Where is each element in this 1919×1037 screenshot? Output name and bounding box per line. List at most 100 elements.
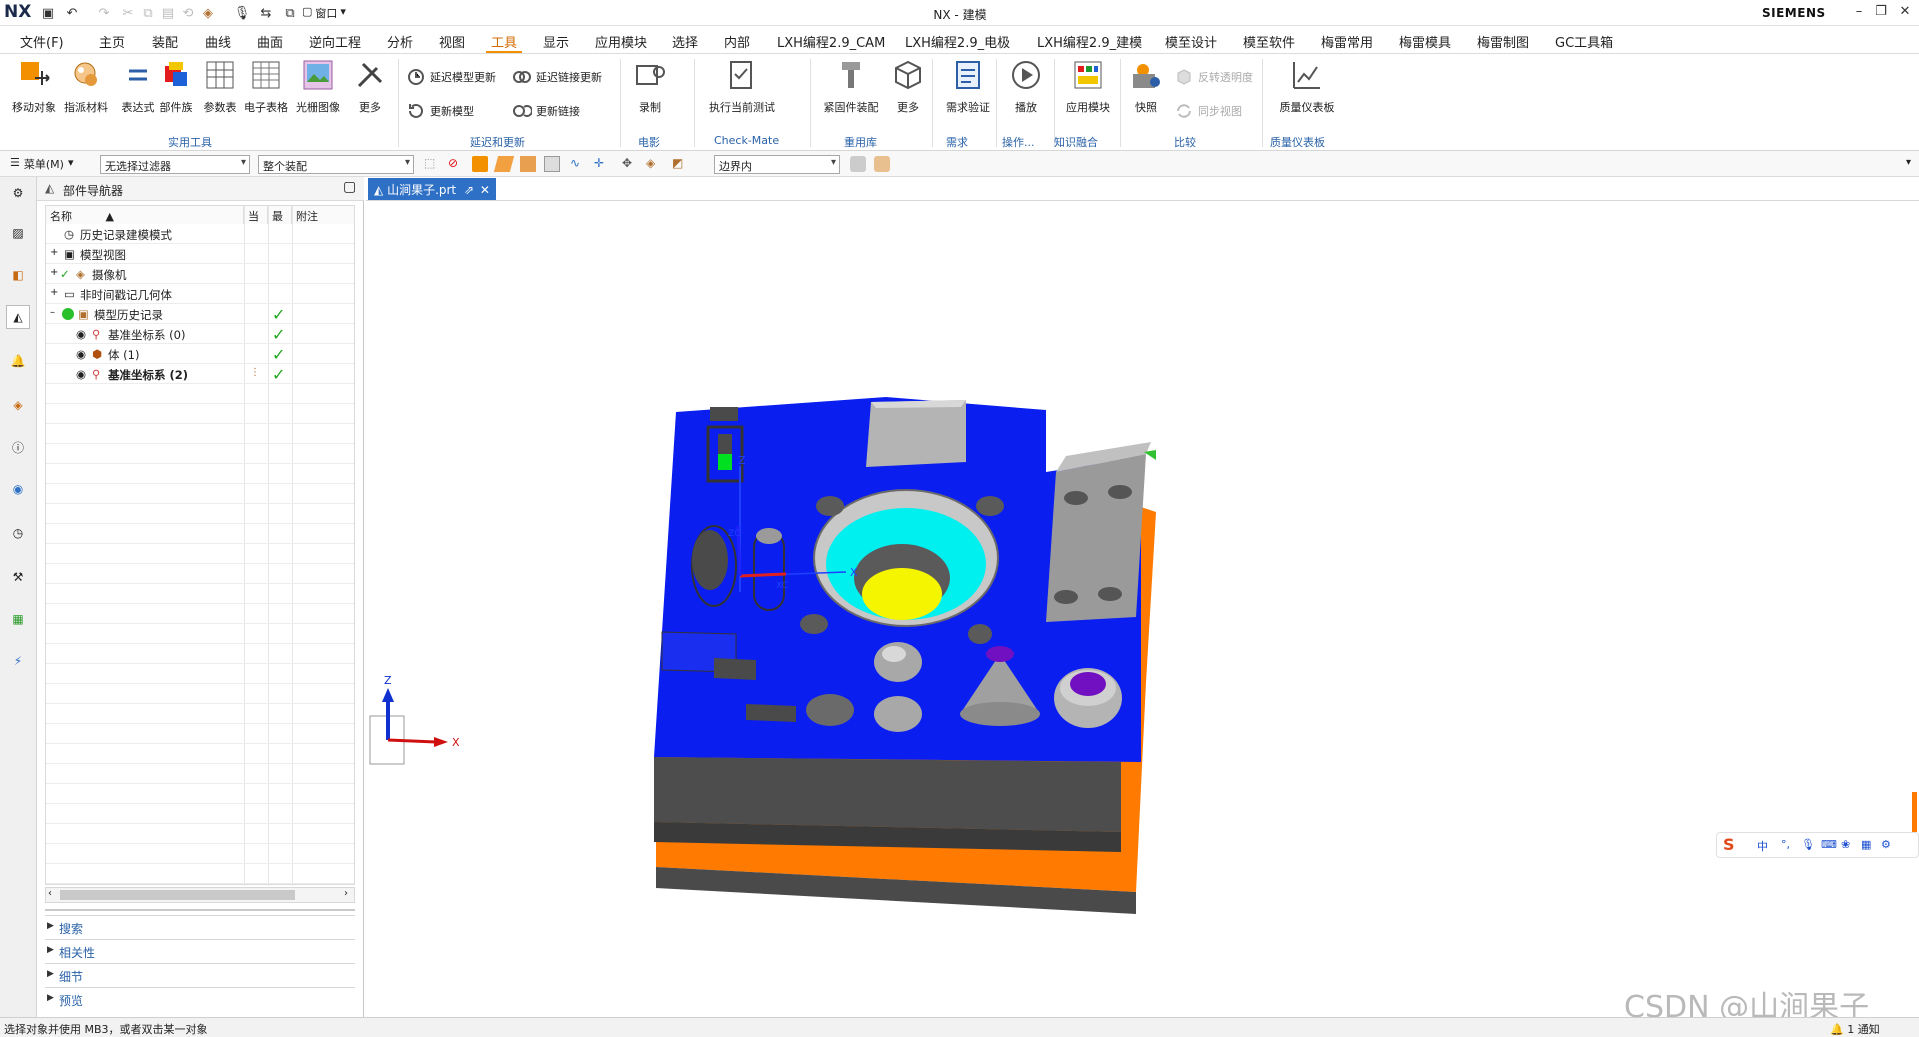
column-latest[interactable]: 最 <box>268 206 292 224</box>
panel-dependencies[interactable]: ▶ 相关性 <box>45 939 355 961</box>
collapse-icon[interactable]: – <box>50 307 55 318</box>
color-palette-icon[interactable]: ▦ <box>6 607 30 631</box>
menu-button[interactable]: ☰ 菜单(M) ▾ <box>10 156 73 172</box>
menu-select[interactable]: 选择 <box>672 32 698 51</box>
assembly-navigator-icon[interactable]: ▨ <box>6 221 30 245</box>
ime-keyboard-icon[interactable]: ⌨ <box>1821 838 1837 851</box>
history-icon[interactable]: ◷ <box>6 521 30 545</box>
reuse-library-icon[interactable]: 🔔 <box>6 349 30 373</box>
repeat-icon[interactable]: ⟲ <box>180 5 196 21</box>
menu-file[interactable]: 文件(F) <box>20 32 64 51</box>
checkmark-icon[interactable]: ✓ <box>60 267 70 281</box>
invert-transparency-button[interactable]: 反转透明度 <box>1174 67 1253 87</box>
touch-mode-icon[interactable]: ◈ <box>200 5 216 21</box>
update-model-button[interactable]: 更新模型 <box>406 101 474 121</box>
menu-lxh-electrode[interactable]: LXH编程2.9_电极 <box>905 32 1010 51</box>
ime-toolbar[interactable]: S 中 °, 🎙 ⌨ ❀ ▦ ⚙ <box>1716 832 1919 858</box>
redo-icon[interactable]: ↷ <box>96 5 112 21</box>
snap-point-icon[interactable]: ✥ <box>622 156 638 172</box>
menu-meilei-mold[interactable]: 梅雷模具 <box>1399 32 1451 51</box>
run-current-test-button[interactable]: 执行当前测试 <box>708 58 776 115</box>
panel-preview[interactable]: ▶ 预览 <box>45 987 355 1009</box>
minimize-button[interactable]: – <box>1848 4 1870 22</box>
tree-row-model-history[interactable]: – ▣ 模型历史记录 ✓ <box>46 304 354 324</box>
menu-surface[interactable]: 曲面 <box>257 32 283 51</box>
model-canvas[interactable]: Z X XC ZC X Z <box>366 202 1919 1017</box>
menu-assembly[interactable]: 装配 <box>152 32 178 51</box>
quality-dashboard-button[interactable]: 质量仪表板 <box>1276 58 1338 115</box>
scroll-right-icon[interactable]: › <box>344 888 348 899</box>
paste-icon[interactable]: ▤ <box>160 5 176 21</box>
select-sheet-icon[interactable] <box>544 156 560 172</box>
detach-icon[interactable]: ⇗ <box>464 183 474 197</box>
tree-row-datum-csys-0[interactable]: ◉ ⚲ 基准坐标系 (0) ✓ <box>46 324 354 344</box>
tree-row-body-1[interactable]: ◉ ⬢ 体 (1) ✓ <box>46 344 354 364</box>
visibility-eye-icon[interactable]: ◉ <box>76 347 86 361</box>
requirements-validation-button[interactable]: 需求验证 <box>940 58 996 115</box>
curve-rule-icon[interactable]: ∿ <box>570 156 586 172</box>
add-select-icon[interactable]: ◩ <box>672 156 688 172</box>
point-snap-icon[interactable]: ✛ <box>594 156 610 172</box>
snapshot-button[interactable]: 快照 <box>1120 58 1172 115</box>
type-filter-select[interactable]: 无选择过滤器 <box>100 155 250 174</box>
more-utility-button[interactable]: 更多 <box>344 58 396 115</box>
column-comment[interactable]: 附注 <box>292 206 354 224</box>
menu-lxh-modeling[interactable]: LXH编程2.9_建模 <box>1037 32 1142 51</box>
update-link-button[interactable]: 更新链接 <box>512 101 580 121</box>
close-button[interactable]: ✕ <box>1894 4 1916 22</box>
ime-skin-icon[interactable]: ❀ <box>1841 838 1850 851</box>
undo-icon[interactable]: ↶ <box>64 5 80 21</box>
microphone-icon[interactable]: 🎙 <box>234 5 251 21</box>
cut-icon[interactable]: ✂ <box>120 5 136 21</box>
menu-internal[interactable]: 内部 <box>724 32 750 51</box>
menu-gc-toolbox[interactable]: GC工具箱 <box>1555 32 1613 51</box>
maximize-icon[interactable]: ▢ <box>343 179 356 195</box>
fastener-assembly-button[interactable]: 紧固件装配 <box>820 58 882 115</box>
menu-mold-software[interactable]: 模至软件 <box>1243 32 1295 51</box>
select-face-icon[interactable] <box>493 156 515 172</box>
menu-meilei-drafting[interactable]: 梅雷制图 <box>1477 32 1529 51</box>
record-button[interactable]: 录制 <box>624 58 676 115</box>
menu-curve[interactable]: 曲线 <box>205 32 231 51</box>
restore-button[interactable]: ❐ <box>1870 4 1892 22</box>
selection-scope-select[interactable]: 整个装配 <box>258 155 414 174</box>
column-current[interactable]: 当 <box>244 206 268 224</box>
menu-display[interactable]: 显示 <box>543 32 569 51</box>
web-browser-icon[interactable]: ⓘ <box>6 435 30 459</box>
toolbar-options-icon[interactable]: ▾ <box>1906 157 1911 168</box>
application-module-button[interactable]: 应用模块 <box>1060 58 1116 115</box>
delay-link-update-button[interactable]: 延迟链接更新 <box>512 67 602 87</box>
panel-details[interactable]: ▶ 细节 <box>45 963 355 985</box>
within-boundary-select[interactable]: 边界内 <box>714 155 840 174</box>
file-tab[interactable]: ◭ 山涧果子.prt ⇗ ✕ <box>368 178 496 200</box>
ime-settings-icon[interactable]: ⚙ <box>1881 838 1891 851</box>
settings-icon[interactable]: ⚙ <box>6 181 30 205</box>
switch-window-icon[interactable]: ⧉ <box>282 5 298 21</box>
constraint-navigator-icon[interactable]: ◧ <box>6 263 30 287</box>
roles-icon[interactable]: ⚡ <box>6 649 30 673</box>
assembly-select-icon[interactable]: ◈ <box>646 156 662 172</box>
expand-icon[interactable]: + <box>50 247 58 258</box>
tree-row-cameras[interactable]: + ✓ ◈ 摄像机 <box>46 264 354 284</box>
menu-analysis[interactable]: 分析 <box>387 32 413 51</box>
globe-icon[interactable]: ◉ <box>6 477 30 501</box>
graphics-viewport[interactable]: Z X XC ZC X Z <box>366 202 1919 1017</box>
scrollbar-thumb[interactable] <box>60 890 295 900</box>
visibility-eye-icon[interactable]: ◉ <box>76 367 86 381</box>
close-tab-icon[interactable]: ✕ <box>480 183 490 197</box>
tree-row-model-views[interactable]: + ▣ 模型视图 <box>46 244 354 264</box>
column-name[interactable]: 名称 ▲ <box>46 206 244 224</box>
play-button[interactable]: 播放 <box>1000 58 1052 115</box>
hd3d-icon[interactable]: ◈ <box>6 393 30 417</box>
ime-punctuation-icon[interactable]: °, <box>1781 838 1790 851</box>
select-body-icon[interactable] <box>472 156 488 172</box>
ime-toolbox-icon[interactable]: ▦ <box>1861 838 1871 851</box>
sync-view-button[interactable]: 同步视图 <box>1174 101 1242 121</box>
ime-voice-icon[interactable]: 🎙 <box>1801 838 1815 851</box>
select-feature-icon[interactable] <box>520 156 536 172</box>
horizontal-scrollbar[interactable]: ‹ › <box>45 887 355 903</box>
menu-tools[interactable]: 工具 <box>491 32 517 51</box>
ime-chinese-mode-icon[interactable]: 中 <box>1757 838 1768 854</box>
assign-material-button[interactable]: 指派材料 <box>60 58 112 115</box>
notifications-button[interactable]: 🔔 1 通知 <box>1830 1021 1880 1037</box>
